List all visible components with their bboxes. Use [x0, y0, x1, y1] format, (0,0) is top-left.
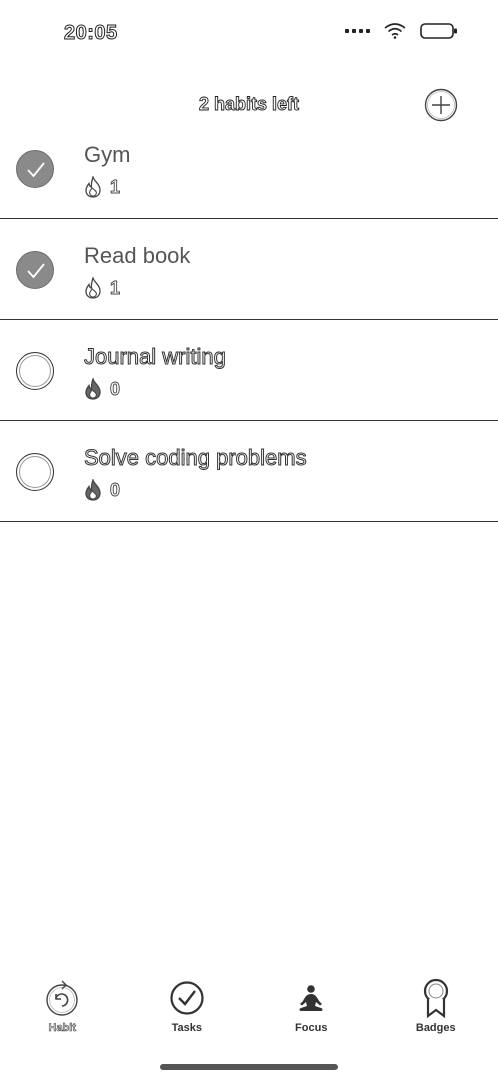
flame-icon	[85, 378, 101, 400]
habit-refresh-icon	[42, 978, 82, 1018]
habit-screen: 20:05 2 habits left Gym 1 Read book 1 Jo…	[0, 0, 498, 1080]
checkmark-icon	[27, 162, 45, 178]
habit-streak: 0	[84, 378, 120, 400]
status-icons	[345, 22, 458, 40]
habit-checkbox-unchecked[interactable]	[16, 453, 54, 491]
plus-circle-icon	[424, 88, 458, 122]
nav-item-habit[interactable]: Habit	[0, 978, 125, 1048]
nav-label: Habit	[48, 1022, 76, 1035]
habit-list: Gym 1 Read book 1 Journal writing 0 Solv…	[0, 118, 498, 522]
nav-item-badges[interactable]: Badges	[374, 978, 498, 1048]
habit-row-read-book[interactable]: Read book 1	[0, 219, 498, 320]
nav-item-focus[interactable]: Focus	[249, 978, 374, 1048]
nav-label: Tasks	[171, 1022, 202, 1034]
habit-name: Journal writing	[84, 344, 227, 370]
habit-streak: 1	[84, 176, 120, 198]
habit-checkbox-checked[interactable]	[16, 251, 54, 289]
habit-name: Read book	[84, 243, 191, 268]
habit-row-journal-writing[interactable]: Journal writing 0	[0, 320, 498, 421]
streak-count: 0	[110, 378, 121, 399]
streak-count: 1	[110, 176, 121, 197]
signal-icon	[345, 29, 370, 33]
habit-name: Gym	[84, 142, 131, 167]
checkmark-icon	[27, 263, 45, 279]
wifi-icon	[384, 23, 406, 39]
habit-name: Solve coding problems	[84, 445, 308, 471]
battery-icon	[420, 23, 457, 39]
nav-label: Focus	[295, 1022, 328, 1034]
flame-icon	[85, 277, 101, 299]
nav-label: Badges	[415, 1022, 456, 1034]
home-indicator[interactable]	[160, 1064, 338, 1070]
habit-streak: 1	[84, 277, 120, 299]
add-habit-button[interactable]	[424, 88, 458, 122]
habit-row-solve-coding-problems[interactable]: Solve coding problems 0	[0, 421, 498, 522]
habit-row-gym[interactable]: Gym 1	[0, 118, 498, 219]
nav-item-tasks[interactable]: Tasks	[125, 978, 250, 1048]
habit-checkbox-unchecked[interactable]	[16, 352, 54, 390]
status-time: 20:05	[64, 22, 118, 45]
flame-icon	[85, 176, 101, 198]
flame-icon	[85, 479, 101, 501]
streak-count: 1	[110, 277, 121, 298]
bottom-nav: Habit Tasks Focus Badges	[0, 978, 498, 1048]
habit-streak: 0	[84, 479, 120, 501]
meditation-icon	[291, 978, 331, 1018]
streak-count: 0	[110, 479, 121, 500]
status-bar: 20:05	[0, 0, 498, 70]
check-circle-icon	[167, 978, 207, 1018]
habit-checkbox-checked[interactable]	[16, 150, 54, 188]
award-ribbon-icon	[416, 978, 456, 1018]
